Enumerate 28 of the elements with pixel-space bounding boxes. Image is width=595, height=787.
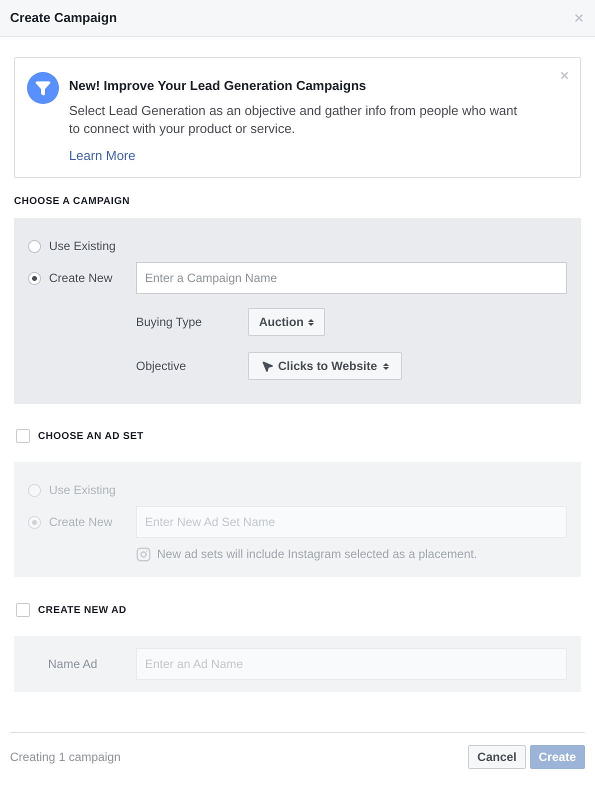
radio-label: Create New [49, 270, 112, 287]
placement-note: New ad sets will include Instagram selected as a placement. [157, 546, 478, 563]
radio-label: Create New [49, 514, 112, 531]
field-label: Name Ad [47, 656, 98, 673]
radio-button[interactable] [28, 240, 41, 252]
window-title: Create Campaign [10, 9, 117, 28]
radio-label: Use Existing [49, 482, 116, 499]
radio-button[interactable] [28, 272, 41, 284]
section-heading: CREATE NEW AD [38, 604, 127, 618]
section-heading: CHOOSE AN AD SET [38, 430, 144, 444]
status-text: Creating 1 campaign [10, 749, 121, 766]
field-label: Buying Type [136, 314, 203, 331]
text-field[interactable]: Enter a Campaign Name [136, 262, 567, 294]
instagram-icon [136, 546, 151, 562]
cancel-button[interactable]: Cancel [468, 745, 526, 769]
sort-icon [308, 318, 314, 326]
close-icon[interactable] [559, 70, 570, 81]
filter-icon [27, 72, 59, 104]
section-heading: CHOOSE A CAMPAIGN [13, 195, 131, 209]
learn-more-link[interactable]: Learn More [69, 146, 549, 165]
radio-label: Use Existing [49, 238, 116, 255]
notice-title: New! Improve Your Lead Generation Campaigns [69, 77, 368, 95]
field-label: Objective [136, 358, 188, 375]
buying-type-dropdown[interactable]: Auction [248, 308, 325, 336]
objective-dropdown[interactable]: Clicks to Website [248, 352, 402, 380]
cursor-icon [261, 360, 274, 372]
close-icon[interactable] [573, 12, 585, 24]
notice-text: Select Lead Generation as an objective and gather info from people who want to connect with your product or service. [69, 102, 518, 138]
